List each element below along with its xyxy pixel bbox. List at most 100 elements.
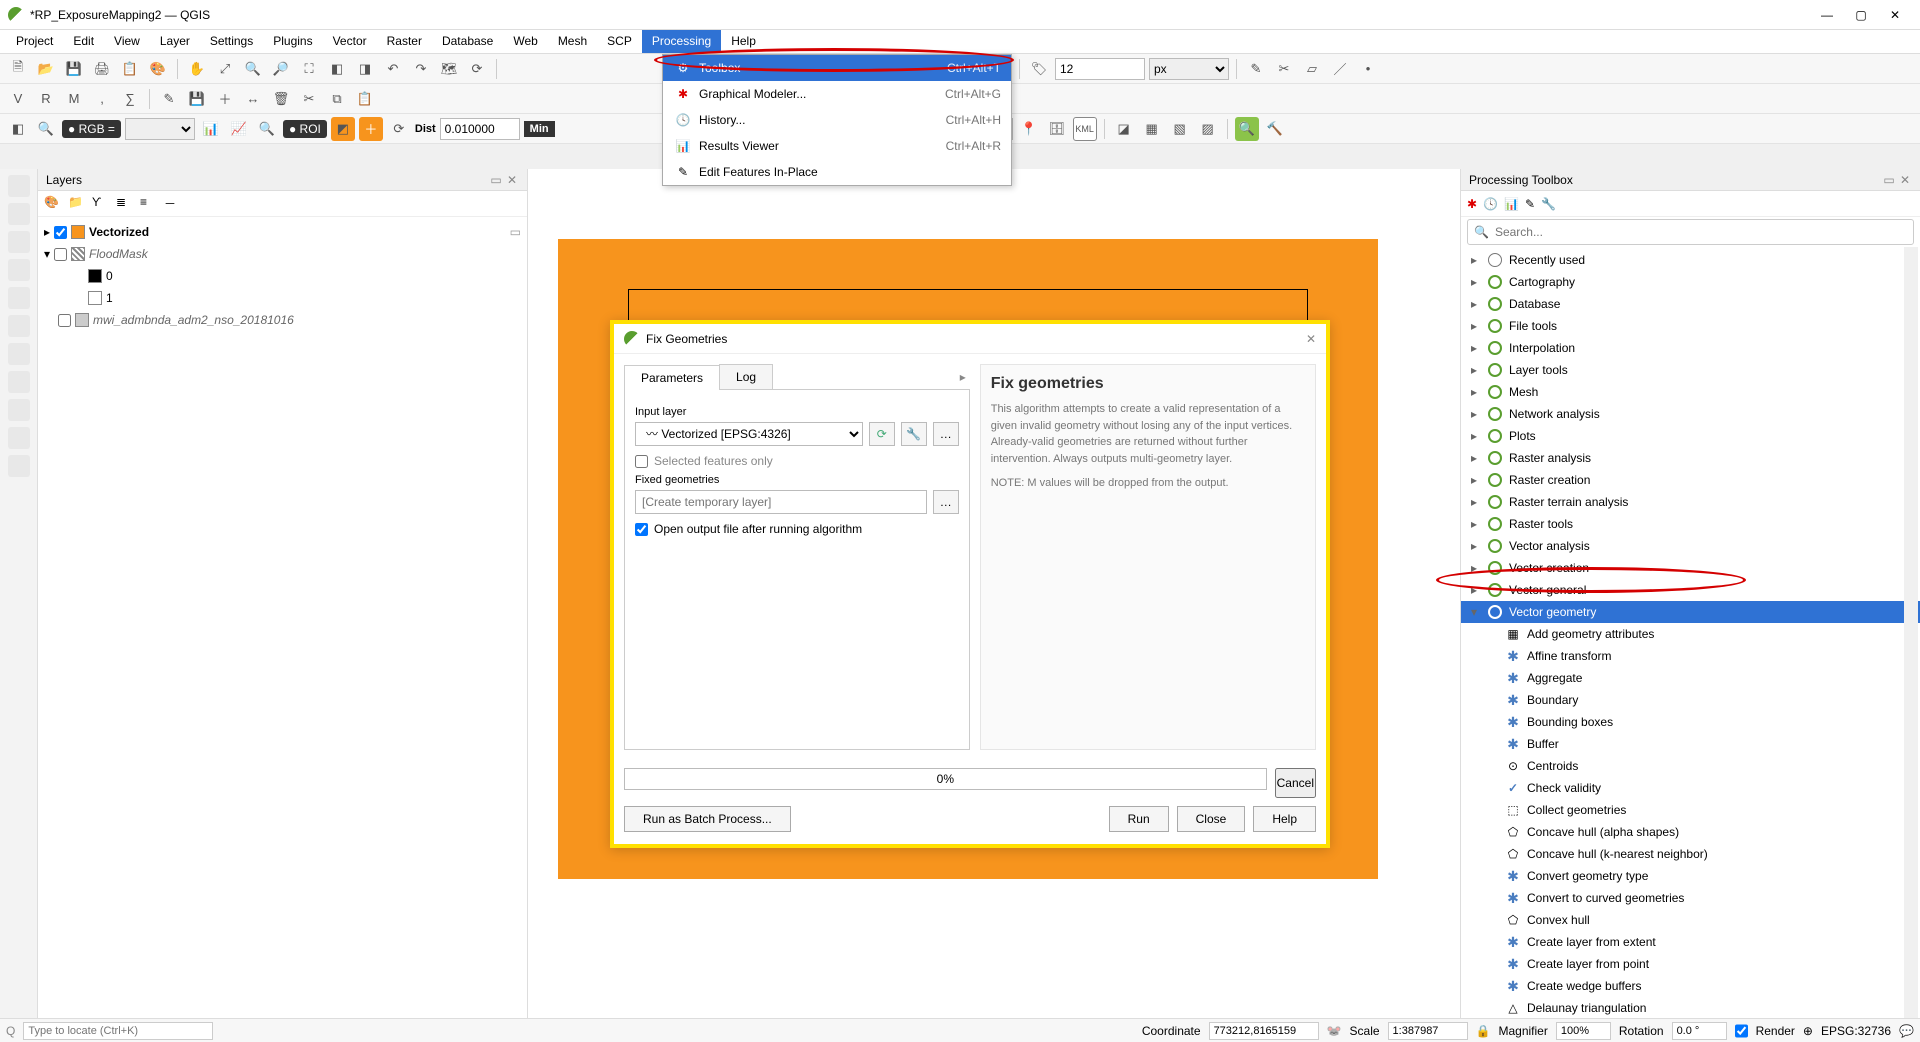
alg-add-geom-attrs[interactable]: ▦Add geometry attributes — [1461, 623, 1920, 645]
expand-toggle[interactable]: ▾ — [44, 247, 50, 261]
new-print-layout-icon[interactable]: 🖨 — [90, 57, 114, 81]
zoom-in-icon[interactable]: 🔍 — [241, 57, 265, 81]
save-project-icon[interactable]: 💾 — [62, 57, 86, 81]
batch-button[interactable]: Run as Batch Process... — [624, 806, 791, 832]
browse-button[interactable]: … — [933, 422, 959, 446]
menu-processing[interactable]: Processing — [642, 30, 721, 53]
render-checkbox[interactable] — [1735, 1022, 1748, 1040]
layer-floodmask-0[interactable]: 0 — [44, 265, 521, 287]
alg-concave-alpha[interactable]: ⬠Concave hull (alpha shapes) — [1461, 821, 1920, 843]
add-raster-icon[interactable]: R — [34, 87, 58, 111]
undock-icon[interactable]: ▭ — [489, 173, 503, 187]
add-postgis-icon[interactable] — [8, 315, 30, 337]
sel2-icon[interactable]: ▦ — [1140, 117, 1164, 141]
scp-zoom2-icon[interactable]: 🔍 — [255, 117, 279, 141]
advanced-button[interactable]: 🔧 — [901, 422, 927, 446]
open-after-checkbox[interactable] — [635, 523, 648, 536]
zoom-selection-icon[interactable]: ◧ — [325, 57, 349, 81]
font-unit-select[interactable]: px — [1149, 58, 1229, 80]
move-feature-icon[interactable]: ↔ — [241, 87, 265, 111]
group-mesh[interactable]: ▸Mesh — [1461, 381, 1920, 403]
alg-create-layer-point[interactable]: ✱Create layer from point — [1461, 953, 1920, 975]
close-dialog-button[interactable]: Close — [1177, 806, 1246, 832]
group-vector-creation[interactable]: ▸Vector creation — [1461, 557, 1920, 579]
group-network[interactable]: ▸Network analysis — [1461, 403, 1920, 425]
minimize-button[interactable]: — — [1820, 8, 1834, 22]
layer-checkbox[interactable] — [58, 314, 71, 327]
toggle-editing-icon[interactable]: ✎ — [157, 87, 181, 111]
add-csv-layer-icon[interactable] — [8, 259, 30, 281]
copy-feature-icon[interactable]: ⧉ — [325, 87, 349, 111]
add-spatialite-icon[interactable] — [8, 287, 30, 309]
toolbox-search[interactable]: 🔍 — [1467, 219, 1914, 245]
scp-tool-icon[interactable]: 📊 — [199, 117, 223, 141]
cancel-button[interactable]: Cancel — [1275, 768, 1316, 798]
menu-database[interactable]: Database — [432, 30, 503, 53]
menu-help[interactable]: Help — [721, 30, 766, 53]
tab-parameters[interactable]: Parameters — [624, 365, 720, 390]
iterate-button[interactable]: ⟳ — [869, 422, 895, 446]
add-vector-icon[interactable]: V — [6, 87, 30, 111]
alg-buffer[interactable]: ✱Buffer — [1461, 733, 1920, 755]
help-button[interactable]: Help — [1253, 806, 1316, 832]
group-interpolation[interactable]: ▸Interpolation — [1461, 337, 1920, 359]
group-vector-analysis[interactable]: ▸Vector analysis — [1461, 535, 1920, 557]
group-vector-general[interactable]: ▸Vector general — [1461, 579, 1920, 601]
group-layer-tools[interactable]: ▸Layer tools — [1461, 359, 1920, 381]
scp-clip-icon[interactable]: ◩ — [331, 117, 355, 141]
menu-item-results[interactable]: 📊 Results Viewer Ctrl+Alt+R — [663, 133, 1011, 159]
menu-raster[interactable]: Raster — [377, 30, 432, 53]
alg-create-layer-extent[interactable]: ✱Create layer from extent — [1461, 931, 1920, 953]
alg-affine-transform[interactable]: ✱Affine transform — [1461, 645, 1920, 667]
add-feature-icon[interactable]: ＋ — [213, 87, 237, 111]
add-csv-icon[interactable]: , — [90, 87, 114, 111]
add-virtual-layer-icon[interactable] — [8, 455, 30, 477]
alg-check-validity[interactable]: ✓Check validity — [1461, 777, 1920, 799]
label-tool-icon[interactable]: 🏷 — [1027, 57, 1051, 81]
kml-icon[interactable]: 📍 — [1017, 117, 1041, 141]
alg-concave-knn[interactable]: ⬠Concave hull (k-nearest neighbor) — [1461, 843, 1920, 865]
coordinate-input[interactable] — [1209, 1022, 1319, 1040]
alg-aggregate[interactable]: ✱Aggregate — [1461, 667, 1920, 689]
new-map-view-icon[interactable]: 🗺 — [437, 57, 461, 81]
node-tool-icon[interactable]: ✂ — [1272, 57, 1296, 81]
dist-input[interactable] — [440, 118, 520, 140]
fixed-geom-input[interactable] — [635, 490, 927, 514]
pan-to-selection-icon[interactable]: ⤢ — [213, 57, 237, 81]
close-panel-icon[interactable]: ✕ — [1898, 173, 1912, 187]
group-vector-geometry[interactable]: ▾Vector geometry — [1461, 601, 1920, 623]
sel1-icon[interactable]: ◪ — [1112, 117, 1136, 141]
alg-bounding-boxes[interactable]: ✱Bounding boxes — [1461, 711, 1920, 733]
kml2-icon[interactable]: KML — [1073, 117, 1097, 141]
menu-layer[interactable]: Layer — [150, 30, 200, 53]
dialog-close-icon[interactable]: ✕ — [1306, 332, 1316, 346]
input-layer-select[interactable]: 〰 Vectorized [EPSG:4326] — [635, 422, 863, 446]
point-tool-icon[interactable]: • — [1356, 57, 1380, 81]
magnifier-input[interactable] — [1556, 1022, 1611, 1040]
new-project-icon[interactable]: 🗎 — [6, 57, 30, 81]
menu-scp[interactable]: SCP — [597, 30, 642, 53]
menu-item-history[interactable]: 🕓 History... Ctrl+Alt+H — [663, 107, 1011, 133]
layer-floodmask[interactable]: ▾ FloodMask — [44, 243, 521, 265]
hammer-tool-icon[interactable]: 🔨 — [1263, 117, 1287, 141]
layer-checkbox[interactable] — [54, 248, 67, 261]
selected-only-checkbox[interactable] — [635, 455, 648, 468]
edit-tool-icon[interactable]: ✎ — [1244, 57, 1268, 81]
save-edits-icon[interactable]: 💾 — [185, 87, 209, 111]
menu-view[interactable]: View — [104, 30, 150, 53]
edit-inplace-icon[interactable]: ✎ — [1525, 197, 1535, 211]
add-wfs-icon[interactable] — [8, 371, 30, 393]
history-icon[interactable]: 🕓 — [1483, 197, 1498, 211]
menu-edit[interactable]: Edit — [63, 30, 104, 53]
search-input[interactable] — [1495, 225, 1907, 239]
group-raster-creation[interactable]: ▸Raster creation — [1461, 469, 1920, 491]
alg-convert-curved[interactable]: ✱Convert to curved geometries — [1461, 887, 1920, 909]
menu-web[interactable]: Web — [503, 30, 547, 53]
alg-convert-geom-type[interactable]: ✱Convert geometry type — [1461, 865, 1920, 887]
scrollbar[interactable] — [1904, 247, 1918, 1018]
menu-mesh[interactable]: Mesh — [548, 30, 597, 53]
add-virtual-icon[interactable]: ∑ — [118, 87, 142, 111]
paste-feature-icon[interactable]: 📋 — [353, 87, 377, 111]
undock-icon[interactable]: ▭ — [1882, 173, 1896, 187]
alg-collect-geometries[interactable]: ⬚Collect geometries — [1461, 799, 1920, 821]
